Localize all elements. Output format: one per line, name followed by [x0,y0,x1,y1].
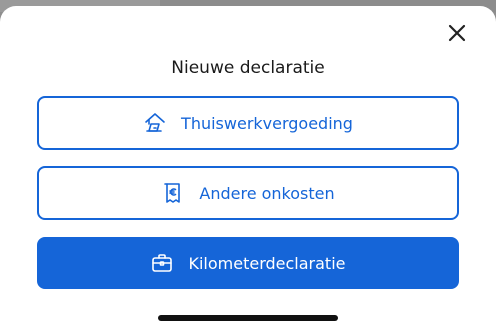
mileage-claim-button[interactable]: Kilometerdeclaratie [37,237,459,289]
option-label: Andere onkosten [199,183,335,203]
other-expenses-button[interactable]: Andere onkosten [37,166,459,220]
close-button[interactable] [444,20,470,46]
option-label: Kilometerdeclaratie [188,253,346,273]
option-label: Thuiswerkvergoeding [181,113,353,133]
briefcase-icon [150,251,174,275]
close-icon [448,24,466,42]
home-indicator [158,315,338,321]
receipt-euro-icon [161,181,185,205]
home-work-icon [143,111,167,135]
sheet-title: Nieuwe declaratie [171,58,325,78]
declaration-bottom-sheet: Nieuwe declaratie Thuiswerkvergoeding An… [0,6,496,330]
home-work-allowance-button[interactable]: Thuiswerkvergoeding [37,96,459,150]
